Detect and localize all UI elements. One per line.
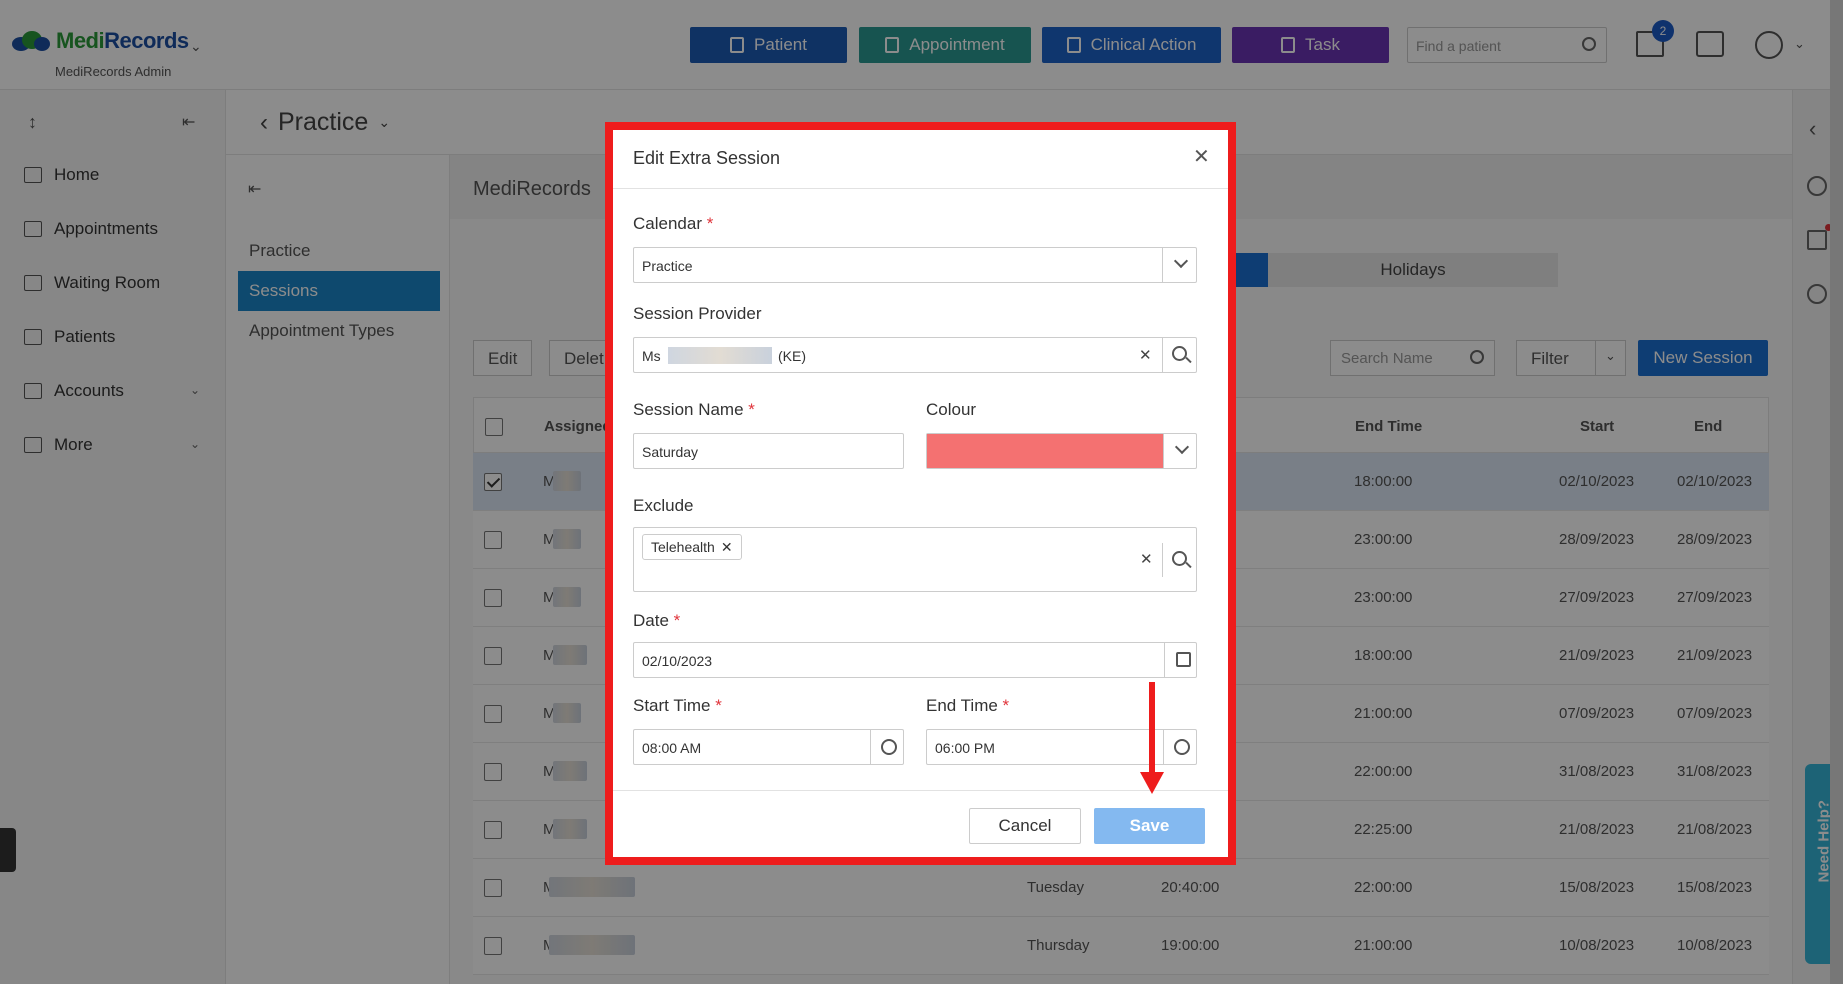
exclude-label: Exclude (633, 496, 694, 515)
annotation-arrow (1149, 682, 1155, 782)
redacted-name (668, 347, 772, 364)
search-icon[interactable] (1172, 346, 1187, 361)
chevron-down-icon[interactable] (1174, 439, 1190, 455)
end-time-input[interactable]: 06:00 PM (926, 729, 1197, 765)
provider-prefix: Ms (642, 348, 661, 364)
date-label: Date * (633, 611, 681, 630)
session-name-value: Saturday (642, 444, 699, 460)
exclude-chip: Telehealth ✕ (642, 534, 742, 560)
clock-icon[interactable] (1174, 739, 1190, 755)
end-time-value: 06:00 PM (935, 740, 995, 756)
session-provider-field[interactable]: Ms (KE) ✕ (633, 337, 1197, 373)
colour-swatch (927, 434, 1163, 468)
clear-icon[interactable]: ✕ (1139, 346, 1152, 364)
calendar-value: Practice (642, 258, 693, 274)
chevron-down-icon[interactable] (1173, 253, 1189, 269)
colour-select[interactable] (926, 433, 1197, 469)
dialog-title: Edit Extra Session (633, 148, 781, 168)
end-time-label: End Time * (926, 696, 1010, 715)
arrow-down-icon (1140, 772, 1164, 794)
clock-icon[interactable] (881, 739, 897, 755)
session-name-label: Session Name * (633, 400, 755, 419)
exclude-field[interactable]: Telehealth ✕ ✕ (633, 527, 1197, 592)
provider-suffix: (KE) (778, 348, 806, 364)
start-time-label: Start Time * (633, 696, 722, 715)
cancel-button[interactable]: Cancel (969, 808, 1081, 844)
search-icon[interactable] (1172, 551, 1187, 566)
calendar-label: Calendar * (633, 214, 714, 233)
save-button[interactable]: Save (1094, 808, 1205, 844)
start-time-value: 08:00 AM (642, 740, 702, 756)
date-value: 02/10/2023 (642, 653, 713, 669)
colour-label: Colour (926, 400, 977, 419)
clear-icon[interactable]: ✕ (1140, 550, 1153, 568)
session-name-input[interactable]: Saturday (633, 433, 904, 469)
calendar-icon[interactable] (1176, 652, 1191, 667)
exclude-chip-label: Telehealth (651, 539, 715, 555)
close-icon[interactable]: ✕ (1193, 144, 1210, 169)
remove-chip-icon[interactable]: ✕ (721, 539, 733, 556)
start-time-input[interactable]: 08:00 AM (633, 729, 904, 765)
date-input[interactable]: 02/10/2023 (633, 642, 1197, 678)
edit-extra-session-dialog: Edit Extra Session ✕ Calendar * Practice… (613, 130, 1228, 857)
calendar-select[interactable]: Practice (633, 247, 1197, 283)
session-provider-label: Session Provider (633, 304, 762, 323)
